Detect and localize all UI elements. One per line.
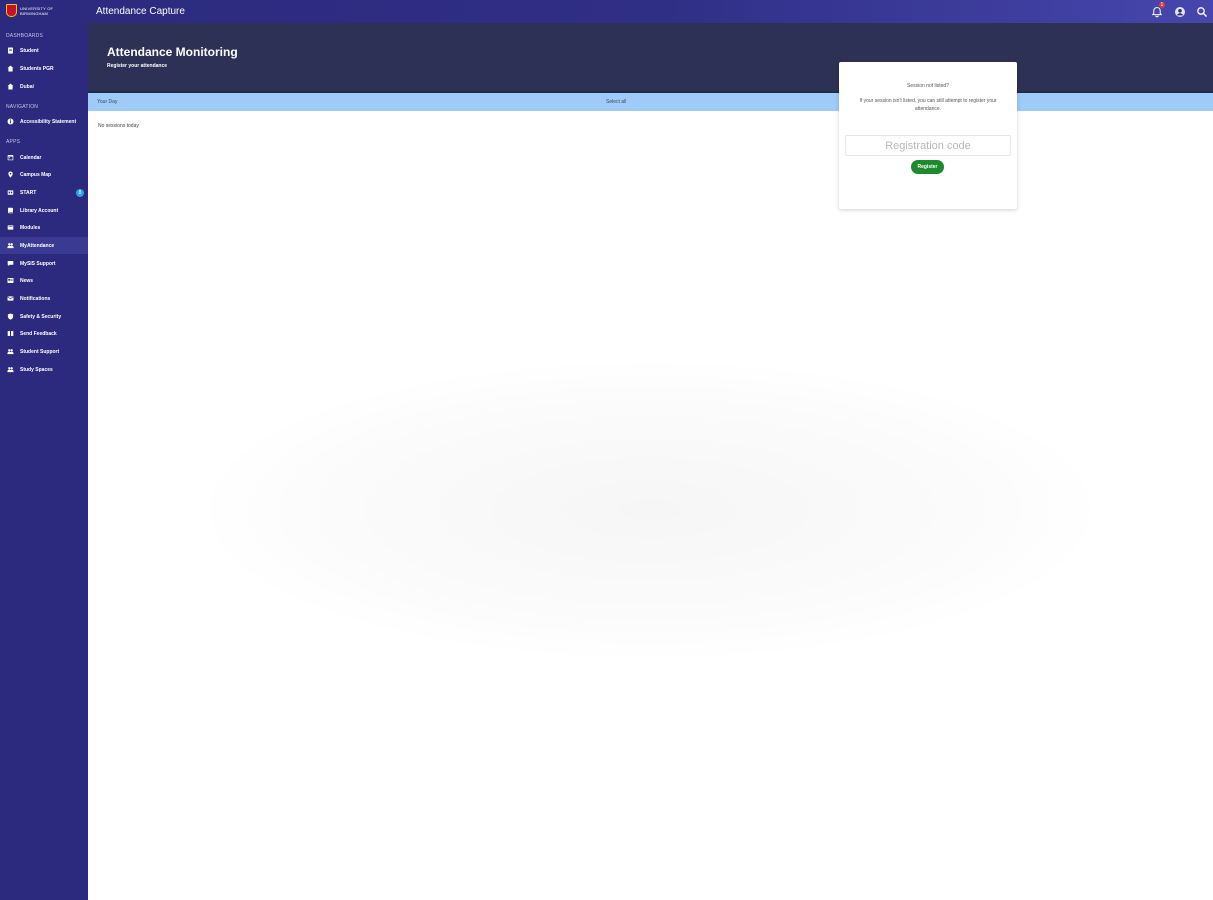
sidebar-item-label: Send Feedback (20, 330, 57, 337)
app-title: Attendance Capture (96, 6, 185, 17)
page-subtitle: Register your attendance (107, 63, 168, 69)
people-icon (7, 243, 14, 249)
sidebar-item-send-feedback[interactable]: Send Feedback (0, 325, 88, 342)
accessibility-icon (7, 118, 14, 125)
university-logo[interactable]: UNIVERSITY OF BIRMINGHAM (6, 4, 53, 17)
map-pin-icon (8, 171, 13, 178)
register-card-title: Session not listed? (907, 83, 949, 89)
sidebar-item-label: News (20, 277, 34, 284)
home-icon (7, 83, 14, 90)
people-icon (7, 367, 14, 373)
sidebar-item-label: Modules (20, 224, 41, 231)
shield-icon (7, 313, 14, 320)
mail-icon (7, 296, 14, 301)
sidebar-item-accessibility-statement[interactable]: Accessibility Statement (0, 113, 88, 130)
sidebar-item-label: Library Account (20, 207, 59, 214)
sidebar-item-campus-map[interactable]: Campus Map (0, 166, 88, 183)
sidebar: DASHBOARDS Student Students PGR Dubai NA… (0, 23, 88, 900)
sidebar-item-label: Campus Map (20, 171, 52, 178)
sidebar-item-label: Calendar (20, 154, 42, 161)
sidebar-item-label: Notifications (20, 295, 51, 302)
background-shadow (200, 360, 1100, 660)
crest-icon (6, 4, 17, 17)
sidebar-item-label: MySIS Support (20, 260, 56, 267)
sidebar-item-calendar[interactable]: Calendar (0, 149, 88, 166)
sidebar-item-student-support[interactable]: Student Support (0, 343, 88, 360)
sidebar-item-label: Dubai (20, 83, 34, 90)
logo-text-line2: BIRMINGHAM (20, 10, 48, 16)
start-icon (7, 190, 14, 195)
empty-sessions-message: No sessions today (98, 123, 139, 129)
sidebar-item-label: Student Support (20, 348, 60, 355)
register-button[interactable]: Register (911, 160, 944, 174)
user-avatar-icon (1175, 7, 1185, 17)
start-count-badge: 8 (76, 188, 84, 197)
modules-icon (7, 225, 14, 230)
sidebar-item-student[interactable]: Student (0, 42, 88, 59)
logo-text-line1: UNIVERSITY OF (20, 5, 54, 11)
sidebar-item-label: Study Spaces (20, 366, 53, 373)
calendar-icon (7, 155, 14, 161)
people-icon (7, 349, 14, 355)
sidebar-item-label: Safety & Security (20, 313, 62, 320)
sidebar-item-modules[interactable]: Modules (0, 219, 88, 236)
sidebar-item-myattendance[interactable]: MyAttendance (0, 237, 88, 254)
section-label-apps: APPS (6, 139, 21, 145)
sidebar-item-notifications[interactable]: Notifications (0, 290, 88, 307)
sidebar-item-label: Student (20, 47, 39, 54)
sidebar-item-news[interactable]: News (0, 272, 88, 289)
notifications-button[interactable]: 1 (1151, 2, 1165, 18)
sidebar-item-students-pgr[interactable]: Students PGR (0, 60, 88, 77)
sidebar-item-study-spaces[interactable]: Study Spaces (0, 361, 88, 378)
top-app-bar: UNIVERSITY OF BIRMINGHAM Attendance Capt… (0, 0, 1213, 23)
sidebar-item-safety-security[interactable]: Safety & Security (0, 308, 88, 325)
sidebar-item-label: START (20, 189, 37, 196)
sidebar-item-dubai[interactable]: Dubai (0, 78, 88, 95)
account-button[interactable] (1174, 5, 1188, 18)
sidebar-item-library-account[interactable]: Library Account (0, 202, 88, 219)
document-icon (8, 47, 13, 54)
home-icon (7, 65, 14, 72)
register-card: Session not listed? If your session isn'… (839, 62, 1017, 209)
feedback-icon (7, 331, 14, 336)
search-icon (1197, 7, 1207, 17)
register-card-description: If your session isn't listed, you can st… (859, 98, 997, 112)
sessions-table-header: Your Day Select all (88, 93, 1213, 111)
column-header-your-day: Your Day (97, 99, 118, 105)
section-label-dashboards: DASHBOARDS (6, 33, 44, 39)
select-all-toggle[interactable]: Select all (606, 99, 626, 105)
sidebar-item-label: Accessibility Statement (20, 118, 77, 125)
sidebar-item-label: Students PGR (20, 65, 54, 72)
notification-badge: 1 (1159, 2, 1165, 8)
chat-icon (7, 261, 14, 267)
sidebar-item-label: MyAttendance (20, 242, 55, 249)
page-title: Attendance Monitoring (107, 45, 238, 59)
section-label-navigation: NAVIGATION (6, 104, 39, 110)
sidebar-item-start[interactable]: START 8 (0, 184, 88, 201)
registration-code-input[interactable] (845, 135, 1011, 156)
news-icon (7, 278, 14, 283)
sidebar-item-mysis-support[interactable]: MySIS Support (0, 255, 88, 272)
page-header: Attendance Monitoring Register your atte… (88, 23, 1213, 91)
book-icon (8, 207, 13, 214)
search-button[interactable] (1196, 5, 1210, 18)
